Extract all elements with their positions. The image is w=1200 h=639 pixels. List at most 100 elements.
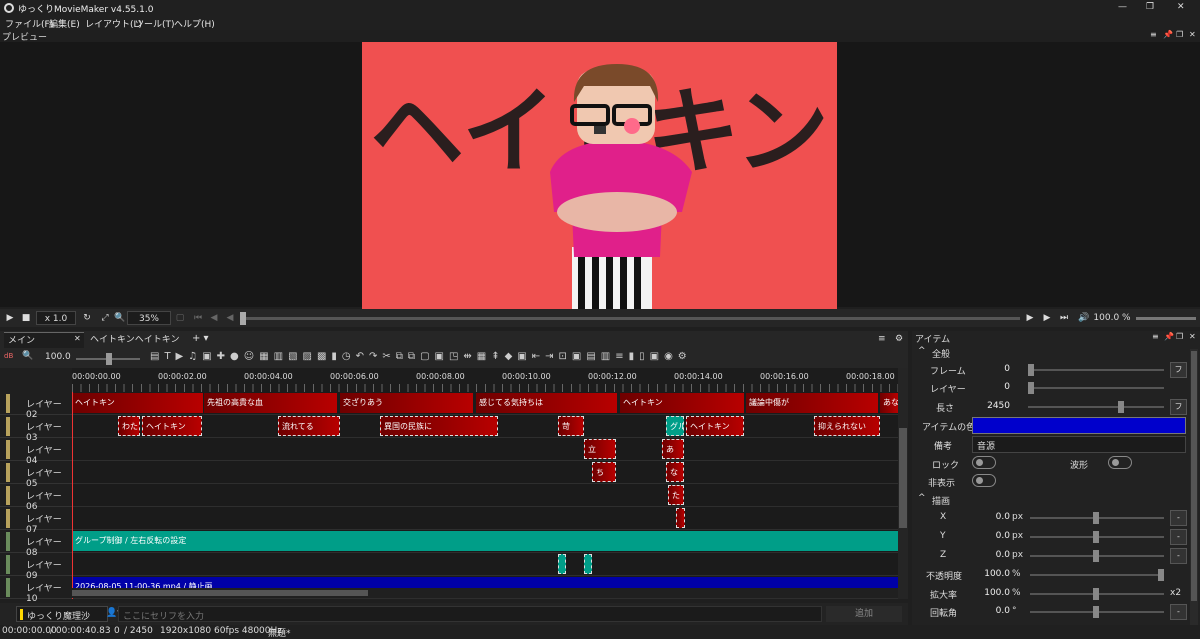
slider-knob[interactable] xyxy=(1093,550,1099,562)
slider-knob[interactable] xyxy=(1118,401,1124,413)
slider-knob[interactable] xyxy=(1028,382,1034,394)
length-f-button[interactable]: フ xyxy=(1170,399,1187,415)
playhead[interactable] xyxy=(72,392,73,599)
clip[interactable]: な xyxy=(666,462,684,482)
rotate-minus-button[interactable]: - xyxy=(1170,604,1187,620)
menu-help[interactable]: ヘルプ(H) xyxy=(174,17,215,30)
group-control-clip[interactable]: グループ制御 / 左右反転の設定 xyxy=(72,531,898,551)
z-value[interactable]: 0.0 xyxy=(982,550,1010,560)
tab-close-icon[interactable]: ✕ xyxy=(74,334,81,343)
slider-knob[interactable] xyxy=(1093,512,1099,524)
wave-toggle[interactable] xyxy=(1108,456,1132,469)
x-minus-button[interactable]: - xyxy=(1170,510,1187,526)
timeline-vscroll[interactable] xyxy=(898,368,908,599)
section-general[interactable]: 全般 xyxy=(932,347,950,360)
dialogue-input[interactable]: ここにセリフを入力 xyxy=(118,606,822,622)
stop-button[interactable]: ■ xyxy=(20,311,32,325)
clip[interactable]: ヘイトキン xyxy=(686,416,744,436)
lock-toggle[interactable] xyxy=(972,456,996,469)
clip[interactable]: グル xyxy=(666,416,684,436)
frame-value[interactable]: 0 xyxy=(982,364,1010,374)
slider-knob[interactable] xyxy=(1158,569,1164,581)
skip-end-icon[interactable]: ⏭ xyxy=(1058,311,1070,325)
clip[interactable]: 先祖の高貴な血 xyxy=(204,393,337,413)
layer-row[interactable]: レイヤー 04 xyxy=(0,438,72,466)
timeline-zoom-slider[interactable] xyxy=(76,353,140,365)
item-scroll-thumb[interactable] xyxy=(1191,351,1197,601)
z-minus-button[interactable]: - xyxy=(1170,548,1187,564)
layer-row[interactable]: レイヤー 09 xyxy=(0,553,72,581)
seek-bar[interactable] xyxy=(240,312,1020,325)
restore-button[interactable]: ❐ xyxy=(1146,2,1154,12)
menu-tools[interactable]: ツール(T) xyxy=(135,17,175,30)
slider-knob[interactable] xyxy=(1028,364,1034,376)
slider-knob[interactable] xyxy=(1093,531,1099,543)
panel-menu-icon[interactable]: ≡ xyxy=(1150,30,1157,39)
clip[interactable]: 立 xyxy=(584,439,616,459)
expand-icon[interactable]: ⤢ xyxy=(98,311,112,325)
y-value[interactable]: 0.0 xyxy=(982,531,1010,541)
layer-row[interactable]: レイヤー 03 xyxy=(0,415,72,443)
volume-slider[interactable] xyxy=(1136,317,1196,320)
tab-main[interactable]: メイン xyxy=(4,332,84,348)
speaker-select[interactable]: ゆっくり魔理沙 xyxy=(16,606,108,622)
clip[interactable]: 流れてる xyxy=(278,416,340,436)
step-back-icon[interactable]: ◀ xyxy=(224,311,236,325)
track-area[interactable]: ヘイトキン 先祖の高貴な血 交ざりあう 感じてる気持ちは ヘイトキン 議論中傷が… xyxy=(72,392,898,599)
length-value[interactable]: 2450 xyxy=(982,401,1010,411)
frame-slider[interactable] xyxy=(1028,364,1164,376)
menu-edit[interactable]: 編集(E) xyxy=(49,17,80,30)
clip[interactable]: ヘイトキン xyxy=(620,393,744,413)
add-button[interactable]: 追加 xyxy=(826,606,902,622)
layer-row[interactable]: レイヤー 05 xyxy=(0,461,72,489)
layer-row[interactable]: レイヤー 02 xyxy=(0,392,72,420)
x-slider[interactable] xyxy=(1030,512,1164,524)
prev-frame-icon[interactable]: ◀ xyxy=(208,311,220,325)
layer-row[interactable]: レイヤー 08 xyxy=(0,530,72,558)
timeline-hscroll[interactable] xyxy=(72,588,898,598)
clip[interactable]: 感じてる気持ちは xyxy=(476,393,617,413)
clip[interactable]: 苛 xyxy=(558,416,584,436)
clip[interactable]: 異国の民族に xyxy=(380,416,498,436)
hscroll-thumb[interactable] xyxy=(72,590,368,596)
panel-close-icon[interactable]: ✕ xyxy=(1189,332,1196,341)
float-icon[interactable]: ❐ xyxy=(1176,30,1183,39)
loop-icon[interactable]: ↻ xyxy=(80,311,94,325)
clip[interactable] xyxy=(676,508,685,528)
y-slider[interactable] xyxy=(1030,531,1164,543)
clip[interactable]: ヘイトキン xyxy=(72,393,203,413)
layer-row[interactable]: レイヤー 10 xyxy=(0,576,72,604)
clip[interactable]: ち xyxy=(592,462,616,482)
play-button[interactable]: ▶ xyxy=(4,311,16,325)
timeline-settings-icon[interactable]: ⚙ xyxy=(895,334,903,344)
x-value[interactable]: 0.0 xyxy=(982,512,1010,522)
time-ruler[interactable]: 00:00:00.00 00:00:02.00 00:00:04.00 00:0… xyxy=(72,368,898,392)
pin-icon[interactable]: 📌 xyxy=(1164,332,1174,341)
layer-row[interactable]: レイヤー 07 xyxy=(0,507,72,535)
zoom-icon[interactable]: 🔍 xyxy=(114,311,126,325)
add-tab-icon[interactable]: + ▾ xyxy=(192,333,209,344)
opacity-value[interactable]: 100.0 xyxy=(982,569,1010,579)
layer-row[interactable]: レイヤー 06 xyxy=(0,484,72,512)
y-minus-button[interactable]: - xyxy=(1170,529,1187,545)
clip[interactable]: 抑えられない xyxy=(814,416,880,436)
scale-slider[interactable] xyxy=(1030,588,1164,600)
rotate-value[interactable]: 0.0 xyxy=(982,606,1010,616)
volume-icon[interactable]: 🔊 xyxy=(1078,311,1090,325)
minimize-button[interactable]: — xyxy=(1118,2,1127,12)
timeline-menu-icon[interactable]: ≡ xyxy=(878,334,886,344)
item-panel-scrollbar[interactable] xyxy=(1190,349,1198,625)
tab-song[interactable]: ヘイトキンヘイトキン xyxy=(86,332,186,348)
hide-toggle[interactable] xyxy=(972,474,996,487)
menu-file[interactable]: ファイル(F) xyxy=(5,17,53,30)
section-general-chevron[interactable]: ^ xyxy=(918,346,926,356)
clip[interactable] xyxy=(558,554,566,574)
clip[interactable]: 議論中傷が xyxy=(746,393,878,413)
menu-layout[interactable]: レイアウト(L) xyxy=(85,17,142,30)
panel-menu-icon[interactable]: ≡ xyxy=(1152,332,1159,341)
fit-icon[interactable]: ▢ xyxy=(174,311,186,325)
opacity-slider[interactable] xyxy=(1030,569,1164,581)
length-slider[interactable] xyxy=(1028,401,1164,413)
float-icon[interactable]: ❐ xyxy=(1176,332,1183,341)
panel-close-icon[interactable]: ✕ xyxy=(1189,30,1196,39)
